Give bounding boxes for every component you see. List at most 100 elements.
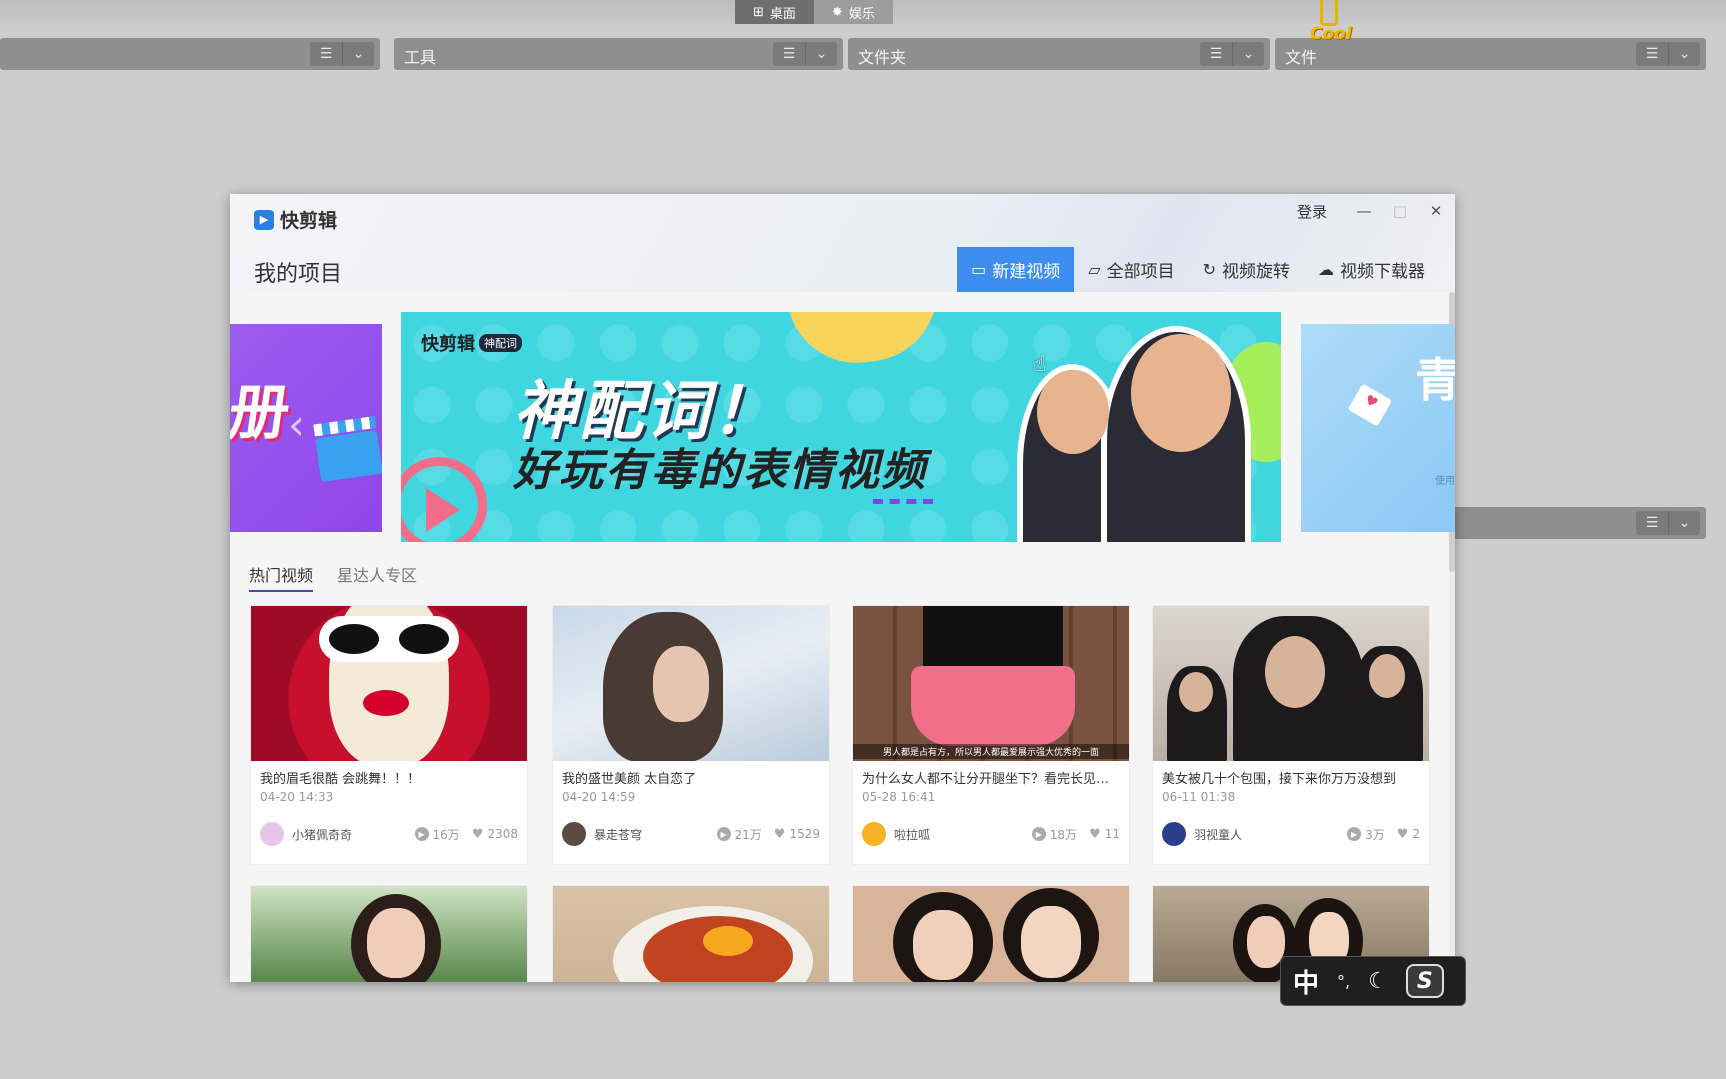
moon-icon[interactable]: ☾: [1368, 969, 1388, 994]
video-footer: 暴走苍穹 ▶ 21万 ♥ 1529: [562, 822, 820, 846]
chevron-down-icon[interactable]: ⌄: [805, 42, 837, 66]
fence-controls: ☰ ⌄: [310, 42, 374, 66]
video-card[interactable]: 男人都是占有方，所以男人都最爱展示强大优秀的一面 为什么女人都不让分开腿坐下？看…: [852, 605, 1130, 865]
close-icon[interactable]: ✕: [1425, 200, 1447, 222]
fence-untitled[interactable]: ☰ ⌄: [0, 38, 380, 70]
video-card[interactable]: [852, 885, 1130, 982]
banner-prev[interactable]: 册 ‹: [230, 324, 382, 532]
video-card[interactable]: 我的眉毛很酷 会跳舞！！！ 04-20 14:33 小猪佩奇奇 ▶ 16万 ♥ …: [250, 605, 528, 865]
windows-icon: ⊞: [753, 4, 764, 20]
video-footer: 啦拉呱 ▶ 18万 ♥ 11: [862, 822, 1120, 846]
rotate-icon: ↻: [1202, 260, 1216, 279]
ime-mode-toggle[interactable]: 中: [1293, 963, 1319, 1000]
play-icon: ▶: [1031, 827, 1046, 841]
play-count: ▶ 3万: [1347, 826, 1385, 843]
fence-folders[interactable]: 文件夹 ☰ ⌄: [848, 38, 1270, 70]
video-downloader-button[interactable]: ☁ 视频下载器: [1304, 247, 1439, 292]
login-link[interactable]: 登录: [1297, 201, 1327, 222]
video-title[interactable]: 我的眉毛很酷 会跳舞！！！: [260, 768, 518, 787]
fence-secondary[interactable]: ☰ ⌄: [1440, 507, 1706, 539]
cloud-download-icon: ☁: [1318, 260, 1334, 279]
video-thumbnail[interactable]: [553, 886, 829, 982]
chevron-down-icon[interactable]: ⌄: [1668, 42, 1700, 66]
author-name[interactable]: 暴走苍穹: [594, 826, 705, 843]
play-count: ▶ 16万: [414, 826, 460, 843]
minimize-icon[interactable]: —: [1353, 200, 1375, 222]
like-count: ♥ 2308: [472, 827, 518, 842]
video-title[interactable]: 为什么女人都不让分开腿坐下？看完长见…: [862, 768, 1120, 787]
thumb-face: [1021, 906, 1081, 978]
banner-main[interactable]: 快剪辑 神配词 神配词！ 好玩有毒的表情视频: [401, 312, 1281, 542]
video-thumbnail[interactable]: [251, 886, 527, 982]
like-count-value: 2: [1412, 827, 1420, 841]
squiggle-decoration: [873, 490, 933, 504]
list-icon[interactable]: ☰: [310, 42, 342, 66]
ime-punctuation-toggle[interactable]: °,: [1337, 972, 1350, 991]
heart-icon: ♥: [1089, 826, 1101, 842]
avatar[interactable]: [862, 822, 886, 846]
video-title[interactable]: 我的盛世美颜 太自恋了: [562, 768, 820, 787]
video-thumbnail[interactable]: [1153, 606, 1429, 761]
page-title: 我的项目: [254, 262, 343, 287]
video-date: 05-28 16:41: [862, 790, 936, 804]
heart-card-icon: [1347, 383, 1393, 427]
banner-brand-name: 快剪辑: [421, 334, 475, 355]
fence-tools[interactable]: 工具 ☰ ⌄: [394, 38, 843, 70]
chevron-down-icon[interactable]: ⌄: [1668, 511, 1700, 535]
new-video-button[interactable]: ▭ 新建视频: [957, 247, 1075, 292]
banner-next[interactable]: 青 使用: [1301, 324, 1455, 532]
list-icon[interactable]: ☰: [1636, 42, 1668, 66]
fence-controls: ☰ ⌄: [773, 42, 837, 66]
all-projects-label: 全部项目: [1106, 262, 1175, 282]
fence-controls: ☰ ⌄: [1200, 42, 1264, 66]
list-icon[interactable]: ☰: [1636, 511, 1668, 535]
play-icon: ▶: [716, 827, 731, 841]
tab-entertainment[interactable]: ✸ 娱乐: [813, 0, 893, 24]
video-thumbnail[interactable]: [853, 886, 1129, 982]
tab-star-creators[interactable]: 星达人专区: [337, 562, 417, 592]
app-logo-icon: ▶: [254, 209, 274, 230]
toolbar: ▭ 新建视频 ▱ 全部项目 ↻ 视频旋转 ☁ 视频下载器: [957, 247, 1439, 292]
video-thumbnail[interactable]: [251, 606, 527, 761]
fence-controls: ☰ ⌄: [1636, 42, 1700, 66]
sogou-logo-icon[interactable]: S: [1405, 964, 1444, 998]
avatar[interactable]: [260, 822, 284, 846]
video-card[interactable]: [250, 885, 528, 982]
clapperboard-icon: [315, 429, 382, 483]
tab-entertainment-label: 娱乐: [848, 6, 875, 22]
thumb-face: [367, 908, 425, 978]
tab-hot-videos[interactable]: 热门视频: [249, 562, 314, 592]
banner-face-left: [1037, 370, 1109, 454]
banner-face-right: [1131, 334, 1231, 452]
video-card[interactable]: [552, 885, 830, 982]
list-icon[interactable]: ☰: [1200, 42, 1232, 66]
video-title[interactable]: 美女被几十个包围，接下来你万万没想到: [1162, 768, 1420, 787]
banner-brand: 快剪辑 神配词: [421, 330, 522, 356]
cool-badge-text: Cool: [1310, 24, 1352, 44]
rotate-video-button[interactable]: ↻ 视频旋转: [1189, 247, 1304, 292]
avatar[interactable]: [562, 822, 586, 846]
ime-toolbar: 中 °, ☾ S: [1280, 956, 1466, 1006]
author-name[interactable]: 小猪佩奇奇: [292, 826, 403, 843]
video-thumbnail[interactable]: [553, 606, 829, 761]
video-date: 04-20 14:33: [260, 790, 334, 804]
fence-title: 文件夹: [858, 48, 907, 67]
thumb-sunglasses: [319, 616, 459, 662]
video-caption: 男人都是占有方，所以男人都最爱展示强大优秀的一面: [853, 744, 1129, 759]
chevron-down-icon[interactable]: ⌄: [342, 42, 374, 66]
author-name[interactable]: 啦拉呱: [894, 826, 1020, 843]
video-card[interactable]: 美女被几十个包围，接下来你万万没想到 06-11 01:38 羽视童人 ▶ 3万…: [1152, 605, 1430, 865]
chevron-down-icon[interactable]: ⌄: [1232, 42, 1264, 66]
list-icon[interactable]: ☰: [773, 42, 805, 66]
chevron-left-icon[interactable]: ‹: [288, 400, 305, 449]
maximize-icon[interactable]: □: [1389, 200, 1411, 222]
play-count: ▶ 18万: [1031, 826, 1077, 843]
folder-icon: ▱: [1088, 260, 1101, 279]
tab-desktop-label: 桌面: [769, 6, 796, 22]
avatar[interactable]: [1162, 822, 1186, 846]
video-card[interactable]: 我的盛世美颜 太自恋了 04-20 14:59 暴走苍穹 ▶ 21万 ♥ 152…: [552, 605, 830, 865]
author-name[interactable]: 羽视童人: [1194, 826, 1335, 843]
video-thumbnail[interactable]: 男人都是占有方，所以男人都最爱展示强大优秀的一面: [853, 606, 1129, 761]
tab-desktop[interactable]: ⊞ 桌面: [735, 0, 814, 24]
all-projects-button[interactable]: ▱ 全部项目: [1074, 247, 1188, 292]
